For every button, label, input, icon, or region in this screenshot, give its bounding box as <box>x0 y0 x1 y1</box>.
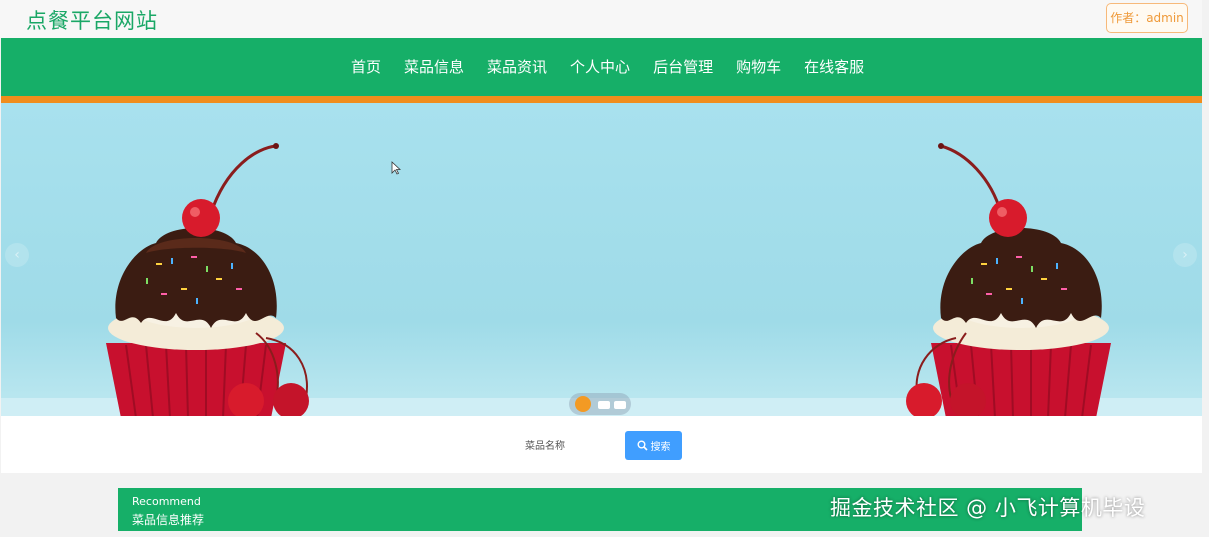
carousel-next-button[interactable]: › <box>1173 243 1197 267</box>
mouse-cursor-icon <box>391 161 401 175</box>
page: 点餐平台网站 作者：admin 首页 菜品信息 菜品资讯 个人中心 后台管理 购… <box>0 0 1209 537</box>
main-nav: 首页 菜品信息 菜品资讯 个人中心 后台管理 购物车 在线客服 <box>1 38 1202 96</box>
chevron-right-icon: › <box>1182 247 1188 263</box>
nav-accent-stripe <box>1 96 1202 103</box>
search-section <box>1 416 1202 473</box>
cupcake-image-left <box>106 143 309 416</box>
site-title[interactable]: 点餐平台网站 <box>26 5 158 35</box>
carousel-prev-button[interactable]: ‹ <box>5 243 29 267</box>
nav-item-cart[interactable]: 购物车 <box>736 56 781 77</box>
chevron-left-icon: ‹ <box>14 247 20 263</box>
top-bar: 点餐平台网站 作者：admin <box>0 0 1202 38</box>
search-button-label: 搜索 <box>650 442 671 453</box>
carousel-dot-3[interactable] <box>614 401 626 409</box>
banner-carousel[interactable]: ‹ › <box>1 103 1202 416</box>
carousel-dot-1[interactable] <box>575 396 591 412</box>
recommend-title-en: Recommend <box>132 495 201 508</box>
nav-item-home[interactable]: 首页 <box>351 56 381 77</box>
nav-item-admin[interactable]: 后台管理 <box>653 56 713 77</box>
cupcake-image-right <box>906 143 1111 416</box>
nav-item-profile[interactable]: 个人中心 <box>570 56 630 77</box>
watermark-text: 掘金技术社区 @ 小飞计算机毕设 <box>830 496 1146 520</box>
nav-item-dish-news[interactable]: 菜品资讯 <box>487 56 547 77</box>
search-button[interactable]: 搜索 <box>625 431 682 460</box>
search-icon <box>637 440 648 451</box>
search-dish-name-field[interactable]: 菜品名称 <box>525 437 565 452</box>
nav-item-dish-info[interactable]: 菜品信息 <box>404 56 464 77</box>
author-badge[interactable]: 作者：admin <box>1106 3 1188 33</box>
nav-item-support[interactable]: 在线客服 <box>804 56 864 77</box>
carousel-indicators <box>569 393 631 415</box>
nav-list: 首页 菜品信息 菜品资讯 个人中心 后台管理 购物车 在线客服 <box>351 56 864 77</box>
recommend-title-cn: 菜品信息推荐 <box>132 513 205 527</box>
carousel-dot-2[interactable] <box>598 401 610 409</box>
